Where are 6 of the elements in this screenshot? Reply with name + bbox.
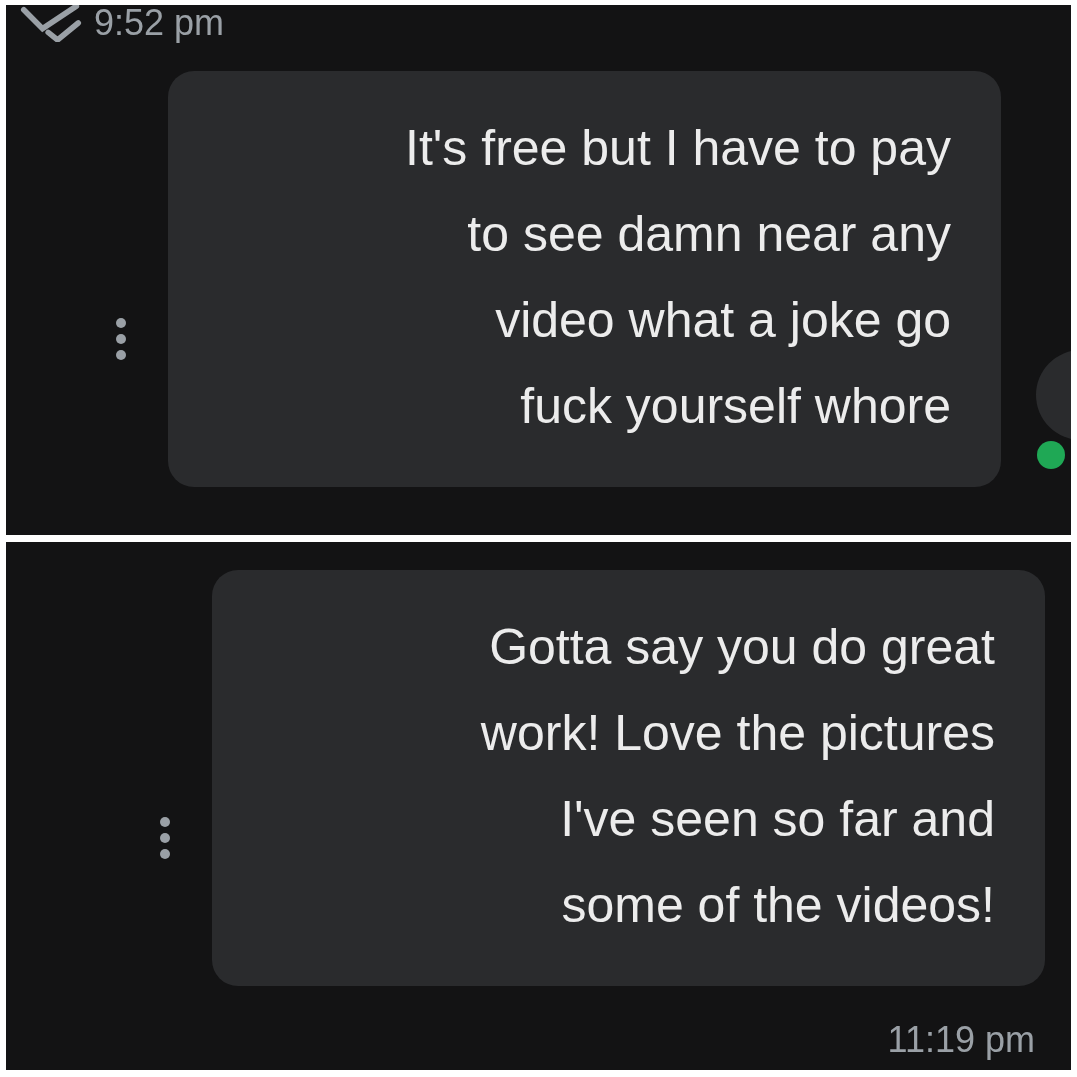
message-time: 11:19 pm: [887, 1019, 1035, 1061]
more-options-icon[interactable]: [158, 816, 172, 860]
message-text: Gotta say you do great work! Love the pictures I've seen so far and some of the videos!: [480, 618, 995, 935]
more-options-icon[interactable]: [114, 317, 128, 361]
message-text: It's free but I have to pay to see damn near any video what a joke go fuck yourself whore: [405, 119, 951, 436]
message-time: 9:52 pm: [94, 5, 225, 44]
